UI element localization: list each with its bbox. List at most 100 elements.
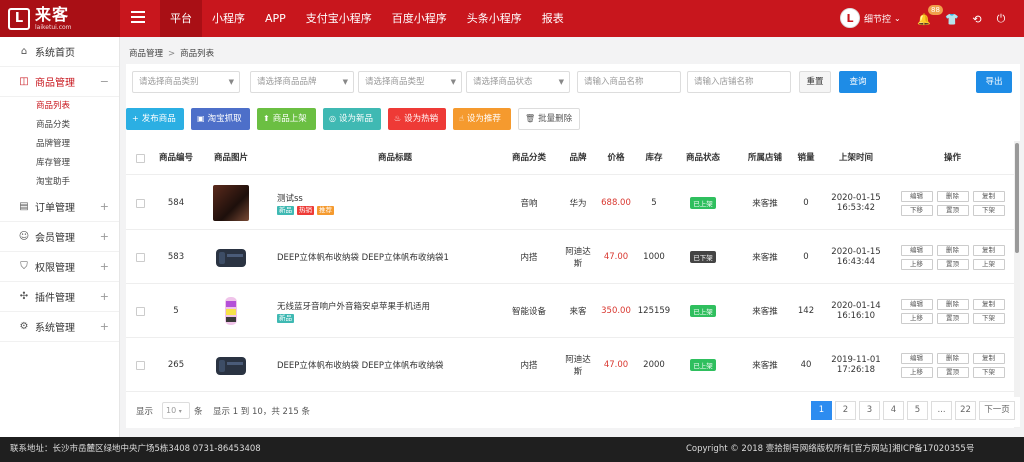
trash-button[interactable]: 🗑 批量删除	[518, 108, 580, 130]
next-page-button[interactable]: 下一页	[979, 401, 1015, 420]
table-row[interactable]: 265 DEEP立体帆布收纳袋 DEEP立体帆布收纳袋 内搭 阿迪达斯 47.00 200…	[126, 338, 1014, 392]
product-title[interactable]: DEEP立体帆布收纳袋 DEEP立体帆布收纳袋1	[277, 251, 449, 263]
filter-placeholder: 请选择商品状态	[473, 77, 533, 87]
product-image-cell	[201, 338, 261, 392]
back-icon[interactable]: ⟲	[970, 12, 984, 26]
bell-icon[interactable]: 🔔	[917, 12, 931, 26]
submenu-item[interactable]: 商品列表	[0, 97, 119, 116]
op-button[interactable]: 下架	[972, 366, 1005, 378]
page-button[interactable]: 22	[955, 401, 976, 420]
expand-icon[interactable]: +	[100, 290, 109, 303]
page-button[interactable]: 3	[859, 401, 880, 420]
expand-icon[interactable]: +	[100, 320, 109, 333]
row-checkbox[interactable]	[135, 306, 145, 316]
submenu-item[interactable]: 库存管理	[0, 154, 119, 173]
filter-input[interactable]: 请输入店铺名称	[687, 71, 791, 93]
table-row[interactable]: 584 测试ss 新品 热销 推荐 音响 华为 688.00 5 已上架 来客推 0 2020-01-1…	[126, 176, 1014, 230]
op-button[interactable]: 置顶	[936, 204, 969, 216]
op-button[interactable]: 复制	[972, 244, 1005, 256]
product-title[interactable]: 无线蓝牙音响户外音箱安卓苹果手机适用	[277, 300, 430, 312]
plus-button[interactable]: + 发布商品	[126, 108, 184, 130]
op-button[interactable]: 复制	[972, 298, 1005, 310]
op-button[interactable]: 编辑	[900, 190, 933, 202]
submenu-item[interactable]: 商品分类	[0, 116, 119, 135]
page-button[interactable]: 5	[907, 401, 928, 420]
op-button[interactable]: 删除	[936, 190, 969, 202]
footer-copyright[interactable]: Copyright © 2018 壹拾捌号网络版权所有[官方网站]	[686, 437, 891, 462]
topnav-item[interactable]: 头条小程序	[457, 0, 532, 37]
breadcrumb-parent[interactable]: 商品管理	[129, 49, 163, 59]
page-button[interactable]: 2	[835, 401, 856, 420]
topnav-item[interactable]: 支付宝小程序	[296, 0, 382, 37]
op-button[interactable]: 编辑	[900, 244, 933, 256]
table-scrollbar[interactable]	[1014, 141, 1020, 428]
op-button[interactable]: 删除	[936, 244, 969, 256]
sidebar-item[interactable]: ▤ 订单管理 +	[0, 192, 119, 222]
select-all-checkbox[interactable]	[135, 153, 145, 163]
sidebar-item[interactable]: ◫ 商品管理 −	[0, 67, 119, 97]
user-menu[interactable]: L 细节控 ⌄	[840, 8, 901, 28]
op-button[interactable]: 下架	[972, 204, 1005, 216]
filter-select[interactable]: 请选择商品类型 ▼	[358, 71, 462, 93]
page-button[interactable]: 4	[883, 401, 904, 420]
submenu-item[interactable]: 品牌管理	[0, 135, 119, 154]
export-button[interactable]: 导出	[976, 71, 1012, 93]
op-button[interactable]: 下移	[900, 204, 933, 216]
op-button[interactable]: 置顶	[936, 366, 969, 378]
upload-button[interactable]: ⬆ 商品上架	[257, 108, 316, 130]
row-checkbox[interactable]	[135, 252, 145, 262]
footer-icp[interactable]: 湘ICP备17020355号	[892, 437, 974, 462]
row-checkbox[interactable]	[135, 360, 145, 370]
op-button[interactable]: 下架	[972, 312, 1005, 324]
op-button[interactable]: 编辑	[900, 298, 933, 310]
sidebar-item[interactable]: ✣ 插件管理 +	[0, 282, 119, 312]
topnav-item[interactable]: APP	[255, 0, 296, 37]
filter-select[interactable]: 请选择商品类别 ▼	[132, 71, 240, 93]
power-icon[interactable]: ⏻	[994, 12, 1008, 26]
submenu-item[interactable]: 淘宝助手	[0, 173, 119, 192]
filter-select[interactable]: 请选择商品品牌 ▼	[250, 71, 354, 93]
topnav-item[interactable]: 百度小程序	[382, 0, 457, 37]
expand-icon[interactable]: +	[100, 200, 109, 213]
brand-logo[interactable]: L 来客 laiketui.com	[0, 0, 120, 37]
filter-select[interactable]: 请选择商品状态 ▼	[466, 71, 570, 93]
op-button[interactable]: 删除	[936, 298, 969, 310]
scrollbar-thumb[interactable]	[1015, 143, 1019, 253]
expand-icon[interactable]: +	[100, 230, 109, 243]
reset-button[interactable]: 重置	[799, 71, 831, 93]
op-button[interactable]: 复制	[972, 352, 1005, 364]
op-button[interactable]: 置顶	[936, 258, 969, 270]
sidebar-item[interactable]: ⛉ 权限管理 +	[0, 252, 119, 282]
op-button[interactable]: 编辑	[900, 352, 933, 364]
filter-input[interactable]: 请输入商品名称	[577, 71, 681, 93]
collapse-icon[interactable]: −	[100, 75, 109, 88]
op-button[interactable]: 上移	[900, 312, 933, 324]
topnav-item[interactable]: 小程序	[202, 0, 255, 37]
product-title[interactable]: DEEP立体帆布收纳袋 DEEP立体帆布收纳袋	[277, 359, 444, 371]
op-button[interactable]: 删除	[936, 352, 969, 364]
expand-icon[interactable]: +	[100, 260, 109, 273]
op-button[interactable]: 上架	[972, 258, 1005, 270]
table-row[interactable]: 5 无线蓝牙音响户外音箱安卓苹果手机适用 新品 智能设备 来客 350.00 125159 已…	[126, 284, 1014, 338]
hamburger-menu-icon[interactable]	[131, 11, 145, 23]
query-button[interactable]: 查询	[839, 71, 877, 93]
op-button[interactable]: 上移	[900, 366, 933, 378]
op-button[interactable]: 置顶	[936, 312, 969, 324]
table-row[interactable]: 583 DEEP立体帆布收纳袋 DEEP立体帆布收纳袋1 内搭 阿迪达斯 47.00 10…	[126, 230, 1014, 284]
page-button[interactable]: 1	[811, 401, 832, 420]
sidebar-item[interactable]: ☺ 会员管理 +	[0, 222, 119, 252]
new-button[interactable]: ◎ 设为新品	[323, 108, 381, 130]
thumb-up-button[interactable]: ☝ 设为推荐	[453, 108, 511, 130]
op-button[interactable]: 复制	[972, 190, 1005, 202]
shirt-icon[interactable]: 👕	[945, 12, 959, 26]
sidebar-item[interactable]: ⚙ 系统管理 +	[0, 312, 119, 342]
product-title[interactable]: 测试ss	[277, 192, 303, 204]
topnav-item[interactable]: 平台	[160, 0, 202, 37]
taobao-button[interactable]: ▣ 淘宝抓取	[191, 108, 250, 130]
op-button[interactable]: 上移	[900, 258, 933, 270]
fire-button[interactable]: ♨ 设为热销	[388, 108, 446, 130]
page-size-select[interactable]: 10 ▾	[162, 402, 190, 419]
row-checkbox[interactable]	[135, 198, 145, 208]
topnav-item[interactable]: 报表	[532, 0, 574, 37]
sidebar-item[interactable]: ⌂ 系统首页	[0, 37, 119, 67]
